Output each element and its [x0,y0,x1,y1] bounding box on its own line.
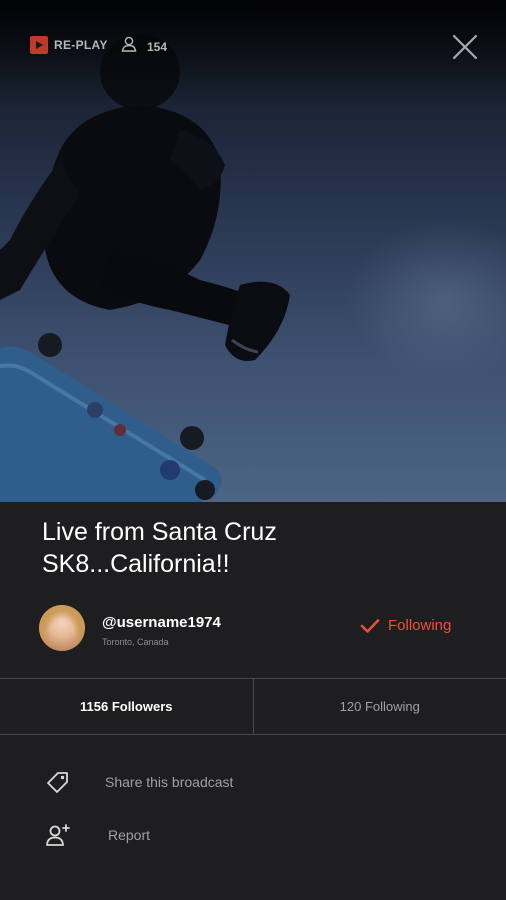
broadcast-title-line-1: Live from Santa Cruz [42,518,277,546]
play-icon [30,36,48,54]
tag-icon [47,772,68,793]
broadcast-title: Live from Santa Cruz SK8...California!! [42,516,362,580]
follow-stats: 1156 Followers 120 Following [0,678,506,735]
avatar-hair [39,605,85,651]
following-label: Following [388,617,452,634]
report-label: Report [108,827,151,843]
close-icon [452,34,478,60]
viewer-count-value: 154 [147,39,168,54]
followers-count-button[interactable]: 1156 Followers [0,679,254,734]
avatar[interactable] [39,605,85,651]
report-item[interactable]: Report [0,815,506,855]
username[interactable]: @username1974 [102,614,221,631]
replay-label: RE-PLAY [54,38,108,52]
replay-badge: RE-PLAY [30,36,108,54]
user-location: Toronto, Canada [102,637,169,647]
broadcast-info-panel: Live from Santa Cruz SK8...California!! … [0,502,506,900]
broadcast-title-line-2: SK8...California!! [42,550,230,578]
viewer-count: 154 [120,35,167,58]
checkmark-icon [360,618,380,633]
person-add-icon [46,824,70,846]
following-button[interactable]: Following [360,617,451,634]
broadcast-video[interactable]: RE-PLAY 154 [0,0,506,502]
share-broadcast-label: Share this broadcast [105,774,234,790]
share-broadcast-item[interactable]: Share this broadcast [0,762,506,802]
top-bar: RE-PLAY 154 [0,0,506,90]
person-icon [120,35,138,58]
following-count-button[interactable]: 120 Following [254,679,506,734]
close-button[interactable] [452,34,478,60]
